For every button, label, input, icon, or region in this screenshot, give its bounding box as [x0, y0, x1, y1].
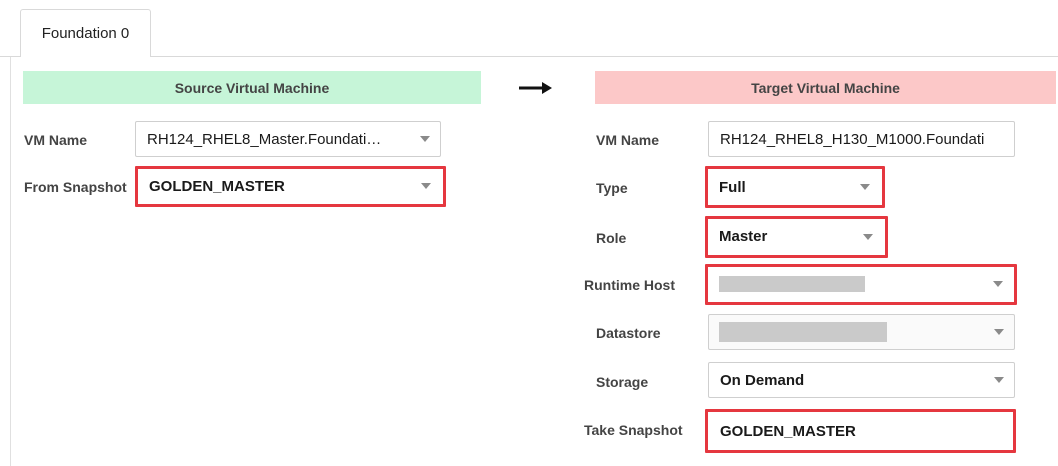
target-vm-name-label: VM Name: [596, 132, 660, 148]
source-vm-header: Source Virtual Machine: [23, 71, 481, 104]
from-snapshot-label: From Snapshot: [24, 179, 127, 195]
runtime-host-highlight: [705, 264, 1017, 305]
tab-divider: [0, 56, 1058, 57]
right-arrow-icon: [518, 76, 554, 100]
redacted-block: [719, 322, 887, 342]
take-snapshot-label: Take Snapshot: [584, 422, 683, 438]
storage-label: Storage: [596, 374, 649, 390]
source-vm-name-label: VM Name: [24, 132, 88, 148]
datastore-label: Datastore: [596, 325, 661, 341]
chevron-down-icon: [984, 315, 1014, 349]
take-snapshot-highlight: [705, 409, 1016, 453]
datastore-select[interactable]: [708, 314, 1015, 350]
storage-value: On Demand: [720, 371, 805, 389]
source-vm-name-value: RH124_RHEL8_Master.Foundati…: [147, 130, 382, 148]
target-vm-header: Target Virtual Machine: [595, 71, 1056, 104]
tab-foundation-0[interactable]: Foundation 0: [20, 9, 151, 57]
from-snapshot-highlight: [135, 166, 446, 207]
source-vm-header-label: Source Virtual Machine: [174, 79, 330, 96]
type-highlight: [705, 166, 885, 208]
role-highlight: [705, 216, 888, 258]
target-vm-header-label: Target Virtual Machine: [751, 79, 900, 96]
target-vm-name-value: RH124_RHEL8_H130_M1000.Foundati: [720, 130, 985, 148]
source-vm-name-select[interactable]: RH124_RHEL8_Master.Foundati…: [135, 121, 441, 157]
storage-select[interactable]: On Demand: [708, 362, 1015, 398]
role-label: Role: [596, 230, 627, 246]
chevron-down-icon: [410, 122, 440, 156]
target-vm-name-input[interactable]: RH124_RHEL8_H130_M1000.Foundati: [708, 121, 1015, 157]
type-label: Type: [596, 180, 628, 196]
tab-label: Foundation 0: [41, 25, 130, 42]
runtime-host-label: Runtime Host: [584, 277, 675, 293]
chevron-down-icon: [984, 363, 1014, 397]
panel-border: [10, 57, 11, 466]
